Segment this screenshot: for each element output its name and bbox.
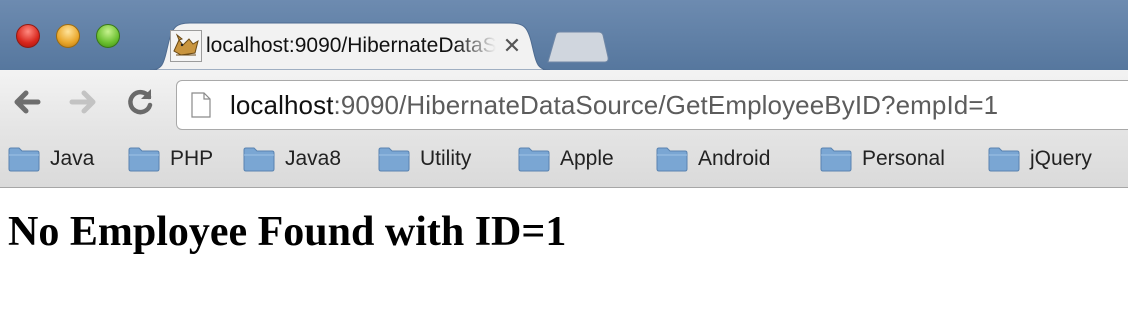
folder-icon <box>518 147 550 172</box>
folder-icon <box>656 147 688 172</box>
bookmark-folder-utility[interactable]: Utility <box>378 144 508 176</box>
tab-title: localhost:9090/HibernateDataSource/GetEm… <box>206 34 496 57</box>
bookmark-folder-java8[interactable]: Java8 <box>243 144 363 176</box>
bookmark-label: Apple <box>560 147 614 170</box>
bookmark-label: PHP <box>170 147 214 170</box>
bookmark-label: Personal <box>862 147 945 170</box>
tomcat-icon <box>170 30 202 62</box>
folder-icon <box>243 147 275 172</box>
forward-arrow-icon[interactable] <box>66 84 102 120</box>
folder-icon <box>128 147 160 172</box>
bookmark-label: jQuery <box>1030 147 1092 170</box>
address-url[interactable]: localhost:9090/HibernateDataSource/GetEm… <box>230 88 998 122</box>
folder-icon <box>820 147 852 172</box>
folder-icon <box>988 147 1020 172</box>
reload-icon[interactable] <box>122 84 158 120</box>
back-arrow-icon[interactable] <box>8 84 44 120</box>
bookmark-folder-php[interactable]: PHP <box>128 144 228 176</box>
minimize-window-button[interactable] <box>56 24 80 48</box>
bookmark-label: Java <box>50 147 95 170</box>
page-heading: No Employee Found with ID=1 <box>8 209 567 255</box>
bookmark-folder-android[interactable]: Android <box>656 144 801 176</box>
bookmark-folder-personal[interactable]: Personal <box>820 144 970 176</box>
bookmark-folder-jquery[interactable]: jQuery <box>988 144 1123 176</box>
folder-icon <box>8 147 40 172</box>
close-window-button[interactable] <box>16 24 40 48</box>
bookmark-label: Utility <box>420 147 472 170</box>
new-tab-button[interactable] <box>546 31 610 63</box>
folder-icon <box>378 147 410 172</box>
bookmark-folder-java[interactable]: Java <box>8 144 108 176</box>
tab-close-icon[interactable]: ✕ <box>500 34 524 58</box>
bookmark-label: Java8 <box>285 147 342 170</box>
page-icon <box>191 92 211 118</box>
url-path: :9090/HibernateDataSource/GetEmployeeByI… <box>333 90 999 120</box>
bookmark-folder-apple[interactable]: Apple <box>518 144 638 176</box>
url-host: localhost <box>230 90 334 120</box>
bookmark-label: Android <box>698 147 771 170</box>
zoom-window-button[interactable] <box>96 24 120 48</box>
